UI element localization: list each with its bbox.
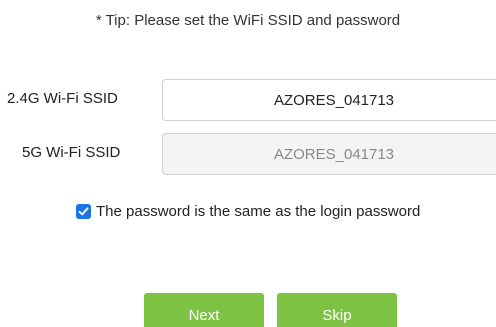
ssid-24-label: 2.4G Wi-Fi SSID	[7, 90, 118, 107]
checkmark-icon	[78, 206, 89, 215]
ssid-5-input[interactable]	[162, 133, 496, 175]
ssid-5-label: 5G Wi-Fi SSID	[22, 144, 121, 161]
skip-button[interactable]: Skip	[277, 293, 397, 327]
next-button[interactable]: Next	[144, 293, 264, 327]
wifi-setup-page: * Tip: Please set the WiFi SSID and pass…	[0, 0, 496, 327]
ssid-24-input[interactable]	[162, 79, 496, 121]
tip-text: * Tip: Please set the WiFi SSID and pass…	[95, 12, 401, 29]
same-password-label: The password is the same as the login pa…	[96, 202, 421, 220]
same-password-option[interactable]: The password is the same as the login pa…	[76, 201, 420, 221]
same-password-checkbox[interactable]	[76, 203, 91, 219]
